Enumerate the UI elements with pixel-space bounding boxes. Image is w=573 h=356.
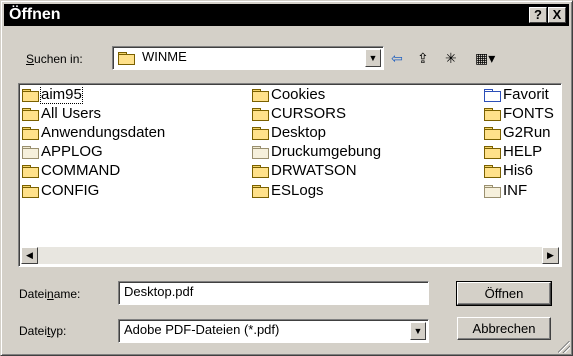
filetype-value: Adobe PDF-Dateien (*.pdf) (124, 322, 280, 337)
file-name: FONTS (503, 105, 554, 123)
file-name: ESLogs (271, 182, 324, 200)
window-title: Öffnen (9, 6, 61, 23)
file-list-item[interactable]: G2Run (484, 124, 560, 142)
filename-label: Dateiname: (19, 287, 81, 301)
horizontal-scrollbar[interactable]: ◀ ▶ (21, 247, 559, 264)
file-name: APPLOG (41, 143, 103, 161)
folder-icon (484, 127, 501, 141)
file-list-item[interactable]: INF (484, 182, 560, 200)
filename-value: Desktop.pdf (124, 284, 194, 299)
favorites-folder-icon (484, 89, 501, 103)
folder-icon (252, 127, 269, 141)
back-icon[interactable]: ⇦ (391, 50, 403, 66)
file-list-item[interactable]: Desktop (252, 124, 482, 142)
folder-icon (252, 165, 269, 179)
hidden-folder-icon (484, 185, 501, 199)
file-list-item[interactable]: FONTS (484, 105, 560, 123)
hidden-folder-icon (22, 146, 39, 160)
file-name: All Users (41, 105, 102, 123)
file-name: CURSORS (271, 105, 347, 123)
file-list-item[interactable]: ESLogs (252, 182, 482, 200)
view-menu-icon[interactable]: ▦▾ (475, 50, 495, 66)
lookin-dropdown[interactable]: WINME ▼ (112, 46, 384, 70)
file-name: INF (503, 182, 528, 200)
folder-icon (484, 108, 501, 122)
file-name: COMMAND (41, 162, 121, 180)
open-button[interactable]: Öffnen (456, 281, 552, 306)
folder-icon (252, 89, 269, 103)
file-name: CONFIG (41, 182, 100, 200)
folder-icon (22, 185, 39, 199)
file-list-item[interactable]: Favorit (484, 86, 560, 104)
file-name: Anwendungsdaten (41, 124, 166, 142)
filetype-dropdown[interactable]: Adobe PDF-Dateien (*.pdf) ▼ (118, 319, 429, 343)
file-list-item[interactable]: CURSORS (252, 105, 482, 123)
new-folder-icon[interactable]: ✳ (445, 50, 457, 66)
file-name: HELP (503, 143, 543, 161)
file-list[interactable]: aim95 All Users Anwendungsdaten APPLOG COMMA… (18, 83, 562, 267)
close-button[interactable]: X (548, 7, 566, 23)
folder-icon (22, 127, 39, 141)
chevron-down-icon[interactable]: ▼ (365, 49, 381, 67)
filename-input[interactable]: Desktop.pdf (118, 281, 429, 305)
up-folder-icon[interactable]: ⇪ (417, 50, 429, 66)
file-name: Druckumgebung (271, 143, 382, 161)
open-dialog: Öffnen ? X Suchen in: WINME ▼ ⇦ ⇪ ✳ ▦▾ a… (0, 0, 573, 356)
file-name: G2Run (503, 124, 551, 142)
help-button[interactable]: ? (529, 7, 547, 23)
file-list-item[interactable]: aim95 (22, 86, 250, 104)
folder-icon (252, 108, 269, 122)
file-list-item[interactable]: COMMAND (22, 162, 250, 180)
folder-icon (252, 185, 269, 199)
folder-icon (22, 108, 39, 122)
lookin-value: WINME (142, 49, 187, 64)
title-bar[interactable]: Öffnen ? X (4, 4, 569, 26)
folder-icon (484, 165, 501, 179)
hidden-folder-icon (252, 146, 269, 160)
scroll-left-icon[interactable]: ◀ (21, 247, 38, 264)
file-list-item[interactable]: His6 (484, 162, 560, 180)
folder-icon (22, 89, 39, 103)
file-name: His6 (503, 162, 534, 180)
lookin-label: Suchen in: (26, 52, 83, 66)
file-list-item[interactable]: Druckumgebung (252, 143, 482, 161)
folder-icon (484, 146, 501, 160)
file-name: Cookies (271, 86, 326, 104)
scroll-right-icon[interactable]: ▶ (542, 247, 559, 264)
file-list-item[interactable]: Cookies (252, 86, 482, 104)
folder-icon (118, 52, 135, 65)
file-name: Desktop (271, 124, 327, 142)
file-list-item[interactable]: HELP (484, 143, 560, 161)
file-list-item[interactable]: APPLOG (22, 143, 250, 161)
file-list-item[interactable]: DRWATSON (252, 162, 482, 180)
resize-grip-icon[interactable] (558, 341, 570, 353)
filetype-label: Dateityp: (19, 324, 67, 338)
file-name: aim95 (40, 86, 83, 104)
file-name: Favorit (503, 86, 549, 104)
file-list-item[interactable]: Anwendungsdaten (22, 124, 250, 142)
file-list-item[interactable]: CONFIG (22, 182, 250, 200)
folder-icon (22, 165, 39, 179)
file-list-item[interactable]: All Users (22, 105, 250, 123)
cancel-button[interactable]: Abbrechen (457, 317, 551, 340)
file-name: DRWATSON (271, 162, 357, 180)
chevron-down-icon[interactable]: ▼ (410, 322, 426, 340)
